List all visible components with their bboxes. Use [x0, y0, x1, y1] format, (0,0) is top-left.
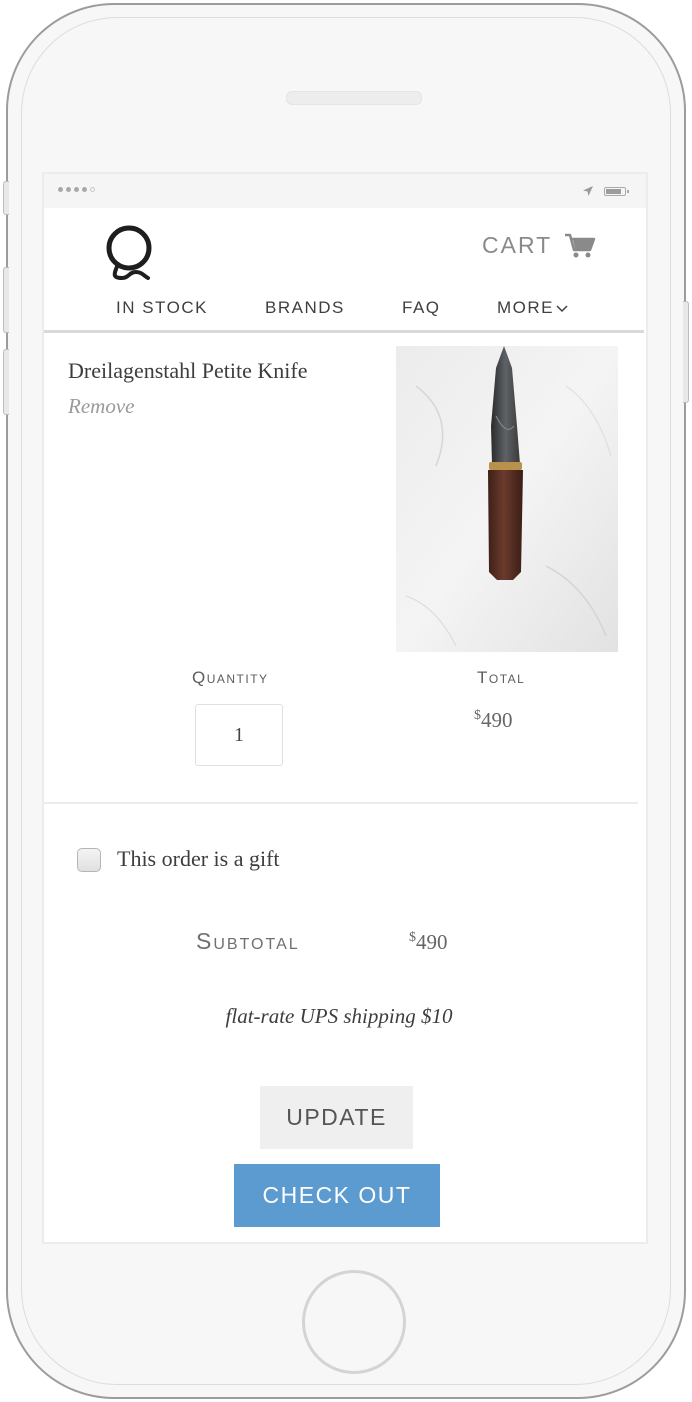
q-logo-icon[interactable]: [102, 224, 156, 282]
nav-item-brands[interactable]: BRANDS: [265, 298, 345, 318]
product-name[interactable]: Dreilagenstahl Petite Knife: [68, 358, 307, 384]
gift-label[interactable]: This order is a gift: [117, 846, 280, 872]
nav-item-faq[interactable]: FAQ: [402, 298, 441, 318]
location-arrow-icon: [583, 186, 593, 196]
section-divider: [44, 802, 638, 804]
cart-icon: [565, 233, 596, 257]
nav-item-more[interactable]: MORE: [497, 298, 568, 318]
quantity-label: Quantity: [192, 668, 269, 687]
total-amount: 490: [481, 708, 513, 732]
total-label: Total: [477, 668, 526, 687]
cart-label: CART: [482, 232, 553, 258]
volume-down-button: [3, 349, 9, 415]
subtotal-currency: $: [409, 930, 416, 945]
nav-divider: [44, 330, 644, 333]
battery-icon: [604, 187, 629, 196]
item-total: $490: [474, 708, 513, 733]
gift-checkbox[interactable]: [77, 848, 101, 872]
signal-strength-icon: [58, 187, 95, 192]
subtotal-value: $490: [409, 930, 448, 955]
subtotal-amount: 490: [416, 930, 448, 954]
main-nav: IN STOCK BRANDS FAQ MORE: [44, 298, 646, 326]
total-currency: $: [474, 708, 481, 723]
phone-screen: CART IN STOCK BRANDS FAQ MORE Dreilagens…: [42, 172, 648, 1244]
earpiece-speaker: [286, 91, 422, 105]
subtotal-label: Subtotal: [196, 928, 300, 954]
shipping-note: flat-rate UPS shipping $10: [225, 1004, 453, 1028]
cart-link[interactable]: CART: [482, 232, 596, 259]
volume-up-button: [3, 267, 9, 333]
update-button[interactable]: UPDATE: [260, 1086, 413, 1149]
nav-item-in-stock[interactable]: IN STOCK: [116, 298, 208, 318]
knife-photo: [396, 346, 618, 652]
power-button: [683, 301, 689, 403]
quantity-input[interactable]: 1: [195, 704, 283, 766]
check-out-button[interactable]: CHECK OUT: [234, 1164, 440, 1227]
remove-link[interactable]: Remove: [68, 394, 134, 419]
home-button[interactable]: [302, 1270, 406, 1374]
mute-switch: [3, 181, 9, 215]
status-bar: [44, 174, 646, 208]
nav-item-more-label: MORE: [497, 298, 554, 317]
chevron-down-icon: [556, 304, 568, 312]
